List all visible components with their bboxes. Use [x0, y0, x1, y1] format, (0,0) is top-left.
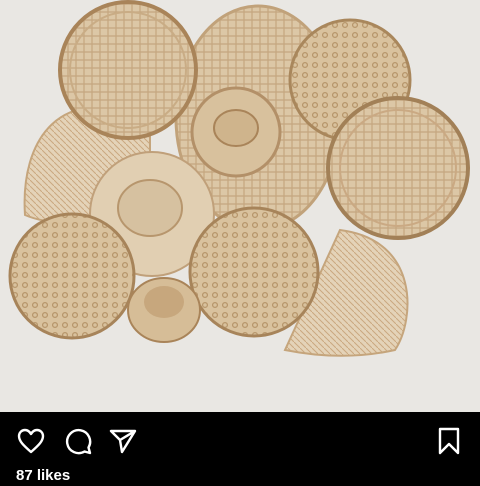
woven-baskets-illustration	[8, 0, 470, 357]
heart-icon	[17, 428, 45, 454]
likes-count[interactable]: 87 likes	[16, 466, 70, 486]
comment-button[interactable]	[63, 426, 93, 456]
save-button[interactable]	[434, 426, 464, 456]
bookmark-icon	[438, 427, 460, 455]
share-button[interactable]	[108, 426, 138, 456]
post-actions-bar	[0, 412, 480, 480]
comment-icon	[65, 428, 92, 455]
like-button[interactable]	[16, 426, 46, 456]
post-image[interactable]	[0, 0, 480, 412]
send-icon	[109, 429, 137, 454]
